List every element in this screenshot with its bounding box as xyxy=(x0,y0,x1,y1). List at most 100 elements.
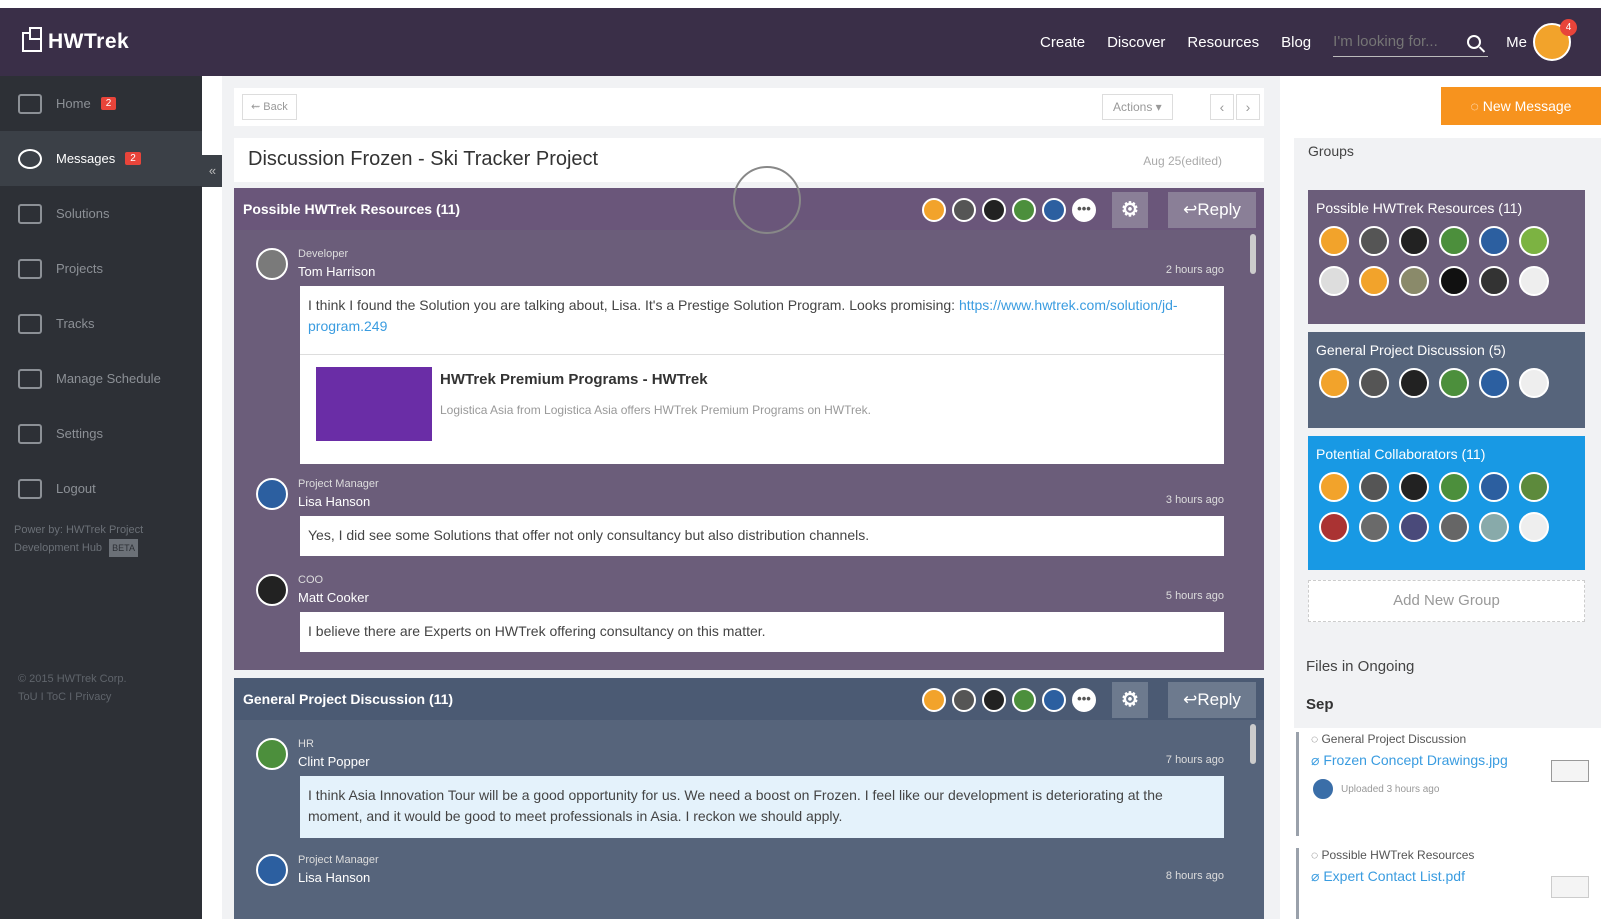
avatar[interactable] xyxy=(1399,472,1429,502)
file-group-name[interactable]: Possible HWTrek Resources xyxy=(1321,848,1474,862)
avatar[interactable] xyxy=(1359,266,1389,296)
sidebar-item-settings[interactable]: Settings xyxy=(0,406,202,461)
nav-resources[interactable]: Resources xyxy=(1187,34,1259,51)
file-thumbnail[interactable] xyxy=(1551,760,1589,782)
sidebar-item-tracks[interactable]: Tracks xyxy=(0,296,202,351)
reply-button[interactable]: ↩Reply xyxy=(1168,682,1256,718)
nav-blog[interactable]: Blog xyxy=(1281,34,1311,51)
nav-create[interactable]: Create xyxy=(1040,34,1085,51)
avatar[interactable] xyxy=(1319,368,1349,398)
discussion-title: Discussion Frozen - Ski Tracker Project xyxy=(248,148,599,170)
avatar[interactable] xyxy=(922,688,946,712)
avatar[interactable] xyxy=(1479,472,1509,502)
scrollbar[interactable] xyxy=(1250,724,1256,764)
avatar[interactable] xyxy=(1042,688,1066,712)
avatar[interactable] xyxy=(1012,688,1036,712)
avatar[interactable] xyxy=(1399,226,1429,256)
avatar[interactable] xyxy=(256,478,288,510)
avatar[interactable] xyxy=(256,574,288,606)
avatar[interactable] xyxy=(1439,266,1469,296)
legal-links[interactable]: ToU I ToC I Privacy xyxy=(18,688,127,706)
brand-logo[interactable]: HWTrek xyxy=(22,27,129,54)
avatar[interactable] xyxy=(1479,368,1509,398)
me-label[interactable]: Me xyxy=(1506,34,1527,51)
avatar[interactable] xyxy=(256,738,288,770)
avatar[interactable] xyxy=(1359,368,1389,398)
avatar[interactable] xyxy=(1359,226,1389,256)
avatar[interactable] xyxy=(1439,472,1469,502)
group-card-collaborators[interactable]: Potential Collaborators (11) xyxy=(1308,436,1585,570)
avatar[interactable] xyxy=(1479,512,1509,542)
more-members-icon[interactable]: ••• xyxy=(1072,688,1096,712)
actions-dropdown[interactable]: Actions ▾ xyxy=(1102,94,1173,120)
user-avatar[interactable]: 4 xyxy=(1533,19,1577,61)
add-new-group-button[interactable]: Add New Group xyxy=(1308,580,1585,622)
avatar[interactable] xyxy=(256,248,288,280)
avatar[interactable] xyxy=(922,198,946,222)
sender-role: HR xyxy=(298,738,314,750)
file-thumbnail[interactable] xyxy=(1551,876,1589,898)
avatar[interactable] xyxy=(1479,266,1509,296)
add-member-icon[interactable] xyxy=(1519,266,1549,296)
prev-button[interactable]: ‹ xyxy=(1210,94,1234,120)
avatar[interactable] xyxy=(1399,368,1429,398)
panel-settings-button[interactable]: ⚙ xyxy=(1112,192,1148,228)
sender-name[interactable]: Lisa Hanson xyxy=(298,870,370,885)
panel-title[interactable]: Possible HWTrek Resources (11) xyxy=(243,201,460,217)
sidebar-item-messages[interactable]: Messages 2 xyxy=(0,131,202,186)
more-members-icon[interactable]: ••• xyxy=(1072,198,1096,222)
scrollbar[interactable] xyxy=(1250,234,1256,274)
avatar[interactable] xyxy=(1359,512,1389,542)
avatar[interactable] xyxy=(1319,226,1349,256)
avatar[interactable] xyxy=(1519,226,1549,256)
sidebar-item-logout[interactable]: Logout xyxy=(0,461,202,516)
avatar[interactable] xyxy=(982,198,1006,222)
sender-name[interactable]: Lisa Hanson xyxy=(298,494,370,509)
avatar[interactable] xyxy=(1359,472,1389,502)
sender-name[interactable]: Matt Cooker xyxy=(298,590,369,605)
avatar[interactable] xyxy=(1519,472,1549,502)
sidebar-item-home[interactable]: Home 2 xyxy=(0,76,202,131)
collapse-sidebar-button[interactable]: « xyxy=(202,155,223,187)
sidebar-item-schedule[interactable]: Manage Schedule xyxy=(0,351,202,406)
message-bubble: I think Asia Innovation Tour will be a g… xyxy=(300,776,1224,838)
avatar[interactable] xyxy=(1042,198,1066,222)
avatar[interactable] xyxy=(1319,512,1349,542)
avatar[interactable] xyxy=(1439,368,1469,398)
next-button[interactable]: › xyxy=(1236,94,1260,120)
search-icon[interactable] xyxy=(1467,34,1482,49)
avatar[interactable] xyxy=(1311,777,1335,801)
new-message-button[interactable]: ◌ New Message xyxy=(1441,87,1601,125)
sidebar-item-projects[interactable]: Projects xyxy=(0,241,202,296)
sidebar-item-solutions[interactable]: Solutions xyxy=(0,186,202,241)
file-group-name[interactable]: General Project Discussion xyxy=(1321,732,1466,746)
avatar[interactable] xyxy=(1399,266,1429,296)
avatar[interactable] xyxy=(1439,512,1469,542)
avatar[interactable] xyxy=(1012,198,1036,222)
group-members xyxy=(1308,368,1585,408)
sender-name[interactable]: Clint Popper xyxy=(298,754,370,769)
avatar[interactable] xyxy=(1319,266,1349,296)
link-preview[interactable]: HWTrek Premium Programs - HWTrek Logisti… xyxy=(300,354,1224,464)
panel-title[interactable]: General Project Discussion (11) xyxy=(243,691,453,707)
avatar[interactable] xyxy=(1479,226,1509,256)
add-member-icon[interactable] xyxy=(1519,368,1549,398)
file-name: Frozen Concept Drawings.jpg xyxy=(1323,752,1508,768)
avatar[interactable] xyxy=(982,688,1006,712)
sender-name[interactable]: Tom Harrison xyxy=(298,264,375,279)
logo-icon xyxy=(22,27,42,52)
avatar[interactable] xyxy=(952,688,976,712)
avatar[interactable] xyxy=(256,854,288,886)
avatar[interactable] xyxy=(952,198,976,222)
reply-button[interactable]: ↩Reply xyxy=(1168,192,1256,228)
group-card-resources[interactable]: Possible HWTrek Resources (11) xyxy=(1308,190,1585,324)
avatar[interactable] xyxy=(1439,226,1469,256)
search-input[interactable] xyxy=(1333,33,1462,50)
avatar[interactable] xyxy=(1319,472,1349,502)
avatar[interactable] xyxy=(1399,512,1429,542)
add-member-icon[interactable] xyxy=(1519,512,1549,542)
group-card-general[interactable]: General Project Discussion (5) xyxy=(1308,332,1585,428)
nav-discover[interactable]: Discover xyxy=(1107,34,1165,51)
back-button[interactable]: ⇜ Back xyxy=(242,94,297,120)
panel-settings-button[interactable]: ⚙ xyxy=(1112,682,1148,718)
